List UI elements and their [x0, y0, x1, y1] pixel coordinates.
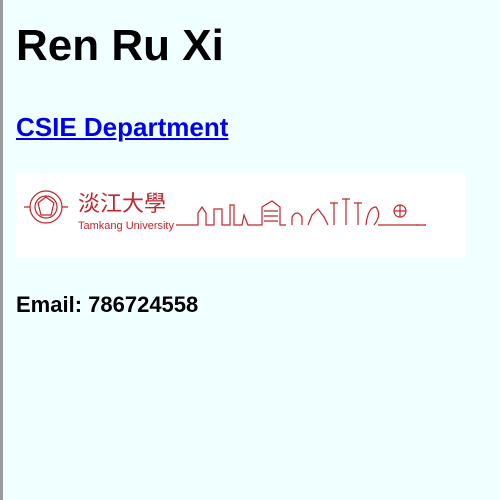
campus-skyline-icon: [176, 198, 428, 226]
tamkang-university-logo: 淡江大學 Tamkang University: [16, 173, 465, 258]
email-value: 786724558: [88, 292, 199, 317]
email-line: Email: 786724558: [16, 290, 198, 320]
logo-chinese-name: 淡江大學: [78, 192, 166, 217]
window-left-border: [0, 0, 3, 500]
logo-english-name: Tamkang University: [78, 220, 174, 232]
university-seal-icon: [24, 190, 68, 224]
csie-department-link[interactable]: CSIE Department: [16, 110, 228, 144]
page-title: Ren Ru Xi: [16, 21, 224, 70]
email-label: Email:: [16, 292, 89, 317]
